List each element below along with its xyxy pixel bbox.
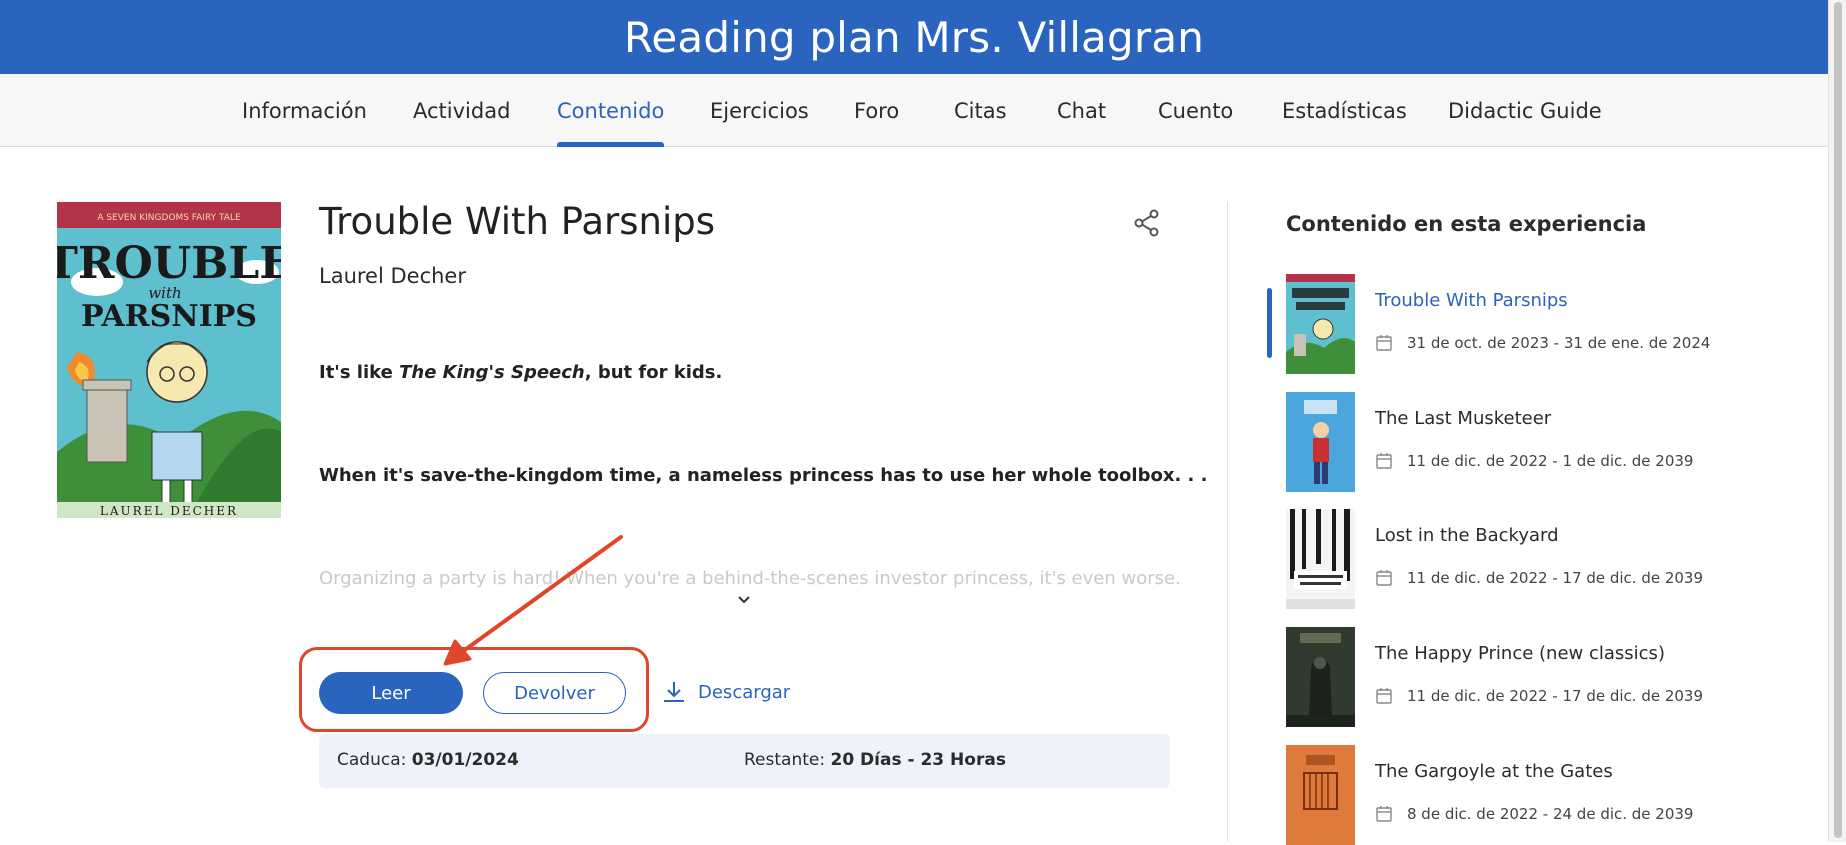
download-label: Descargar — [698, 681, 791, 703]
sidebar-item-cover — [1286, 627, 1355, 727]
sidebar-item-dates: 11 de dic. de 2022 - 1 de dic. de 2039 — [1375, 452, 1693, 470]
description-line-2: When it's save-the-kingdom time, a namel… — [319, 465, 1208, 486]
active-item-indicator — [1267, 288, 1272, 358]
sidebar-item-trouble-with-parsnips[interactable]: Trouble With Parsnips 31 de oct. de 2023… — [1286, 274, 1786, 374]
sidebar-item-dates: 31 de oct. de 2023 - 31 de ene. de 2024 — [1375, 334, 1710, 352]
sidebar-item-dates: 8 de dic. de 2022 - 24 de dic. de 2039 — [1375, 805, 1693, 823]
description-line-3: Organizing a party is hard! When you're … — [319, 568, 1181, 589]
sidebar-item-dates: 11 de dic. de 2022 - 17 de dic. de 2039 — [1375, 687, 1703, 705]
sidebar-item-gargoyle-at-the-gates[interactable]: The Gargoyle at the Gates 8 de dic. de 2… — [1286, 745, 1786, 845]
expires-value: 03/01/2024 — [411, 750, 519, 770]
chevron-down-icon[interactable] — [736, 592, 752, 608]
sidebar-item-date-range: 11 de dic. de 2022 - 17 de dic. de 2039 — [1407, 687, 1704, 705]
remaining-label: Restante: — [744, 750, 826, 770]
read-button[interactable]: Leer — [319, 672, 463, 714]
book-cover: A SEVEN KINGDOMS FAIRY TALE TROUBLE with… — [57, 202, 281, 518]
description-line-1: It's like The King's Speech, but for kid… — [319, 362, 722, 383]
sidebar-item-title[interactable]: The Happy Prince (new classics) — [1375, 643, 1665, 664]
cover-top-banner: A SEVEN KINGDOMS FAIRY TALE — [97, 213, 241, 223]
sidebar-item-title[interactable]: Lost in the Backyard — [1375, 525, 1559, 546]
sidebar-item-title[interactable]: Trouble With Parsnips — [1375, 290, 1568, 311]
cover-title-line1: TROUBLE — [57, 238, 281, 289]
tab-citas[interactable]: Citas — [954, 74, 1007, 147]
sidebar-item-date-range: 31 de oct. de 2023 - 31 de ene. de 2024 — [1407, 334, 1711, 352]
book-title: Trouble With Parsnips — [319, 200, 716, 243]
tab-estadisticas[interactable]: Estadísticas — [1282, 74, 1407, 147]
download-icon — [664, 682, 684, 702]
tab-informacion[interactable]: Información — [242, 74, 367, 147]
sidebar-item-dates: 11 de dic. de 2022 - 17 de dic. de 2039 — [1375, 569, 1703, 587]
calendar-icon — [1376, 570, 1392, 586]
expires-info: Caduca: 03/01/2024 — [337, 750, 519, 770]
calendar-icon — [1376, 688, 1392, 704]
download-link[interactable]: Descargar — [662, 680, 790, 704]
sidebar-item-lost-in-the-backyard[interactable]: Lost in the Backyard 11 de dic. de 2022 … — [1286, 509, 1786, 609]
tab-didactic-guide[interactable]: Didactic Guide — [1448, 74, 1602, 147]
column-divider — [1227, 202, 1228, 842]
sidebar-item-last-musketeer[interactable]: The Last Musketeer 11 de dic. de 2022 - … — [1286, 392, 1786, 492]
sidebar-item-title[interactable]: The Gargoyle at the Gates — [1375, 761, 1613, 782]
sidebar-item-date-range: 11 de dic. de 2022 - 1 de dic. de 2039 — [1407, 452, 1694, 470]
vertical-scrollbar[interactable] — [1828, 0, 1846, 842]
tab-bar: Información Actividad Contenido Ejercici… — [0, 74, 1828, 147]
sidebar-item-cover — [1286, 509, 1355, 609]
tab-actividad[interactable]: Actividad — [413, 74, 510, 147]
book-author: Laurel Decher — [319, 264, 466, 288]
sidebar-item-title[interactable]: The Last Musketeer — [1375, 408, 1551, 429]
calendar-icon — [1376, 453, 1392, 469]
sidebar-item-cover — [1286, 274, 1355, 374]
expires-label: Caduca: — [337, 750, 407, 770]
remaining-info: Restante: 20 Días - 23 Horas — [744, 750, 1006, 770]
calendar-icon — [1376, 335, 1392, 351]
cover-title-line2: PARSNIPS — [81, 299, 257, 334]
tab-cuento[interactable]: Cuento — [1158, 74, 1233, 147]
share-icon[interactable] — [1132, 208, 1162, 238]
top-header: Reading plan Mrs. Villagran — [0, 0, 1828, 74]
remaining-value: 20 Días - 23 Horas — [830, 750, 1006, 770]
description-line-1-prefix: It's like — [319, 362, 400, 383]
page-title: Reading plan Mrs. Villagran — [623, 12, 1205, 62]
sidebar-item-date-range: 11 de dic. de 2022 - 17 de dic. de 2039 — [1407, 569, 1704, 587]
sidebar-item-cover — [1286, 392, 1355, 492]
sidebar-title: Contenido en esta experiencia — [1286, 212, 1647, 236]
tab-chat[interactable]: Chat — [1057, 74, 1106, 147]
scrollbar-thumb[interactable] — [1834, 2, 1842, 838]
description-line-1-italic: The King's Speech — [399, 362, 585, 383]
book-cover-art: A SEVEN KINGDOMS FAIRY TALE TROUBLE with… — [57, 202, 281, 518]
return-button[interactable]: Devolver — [483, 672, 626, 714]
sidebar-item-date-range: 8 de dic. de 2022 - 24 de dic. de 2039 — [1407, 805, 1694, 823]
calendar-icon — [1376, 806, 1392, 822]
cover-author: LAUREL DECHER — [100, 504, 238, 518]
expiry-info-bar: Caduca: 03/01/2024 Restante: 20 Días - 2… — [319, 734, 1170, 788]
tab-contenido[interactable]: Contenido — [557, 74, 665, 147]
description-line-1-suffix: , but for kids. — [584, 362, 723, 383]
sidebar-item-cover — [1286, 745, 1355, 845]
tab-ejercicios[interactable]: Ejercicios — [710, 74, 809, 147]
sidebar-item-happy-prince[interactable]: The Happy Prince (new classics) 11 de di… — [1286, 627, 1786, 727]
tab-foro[interactable]: Foro — [854, 74, 899, 147]
